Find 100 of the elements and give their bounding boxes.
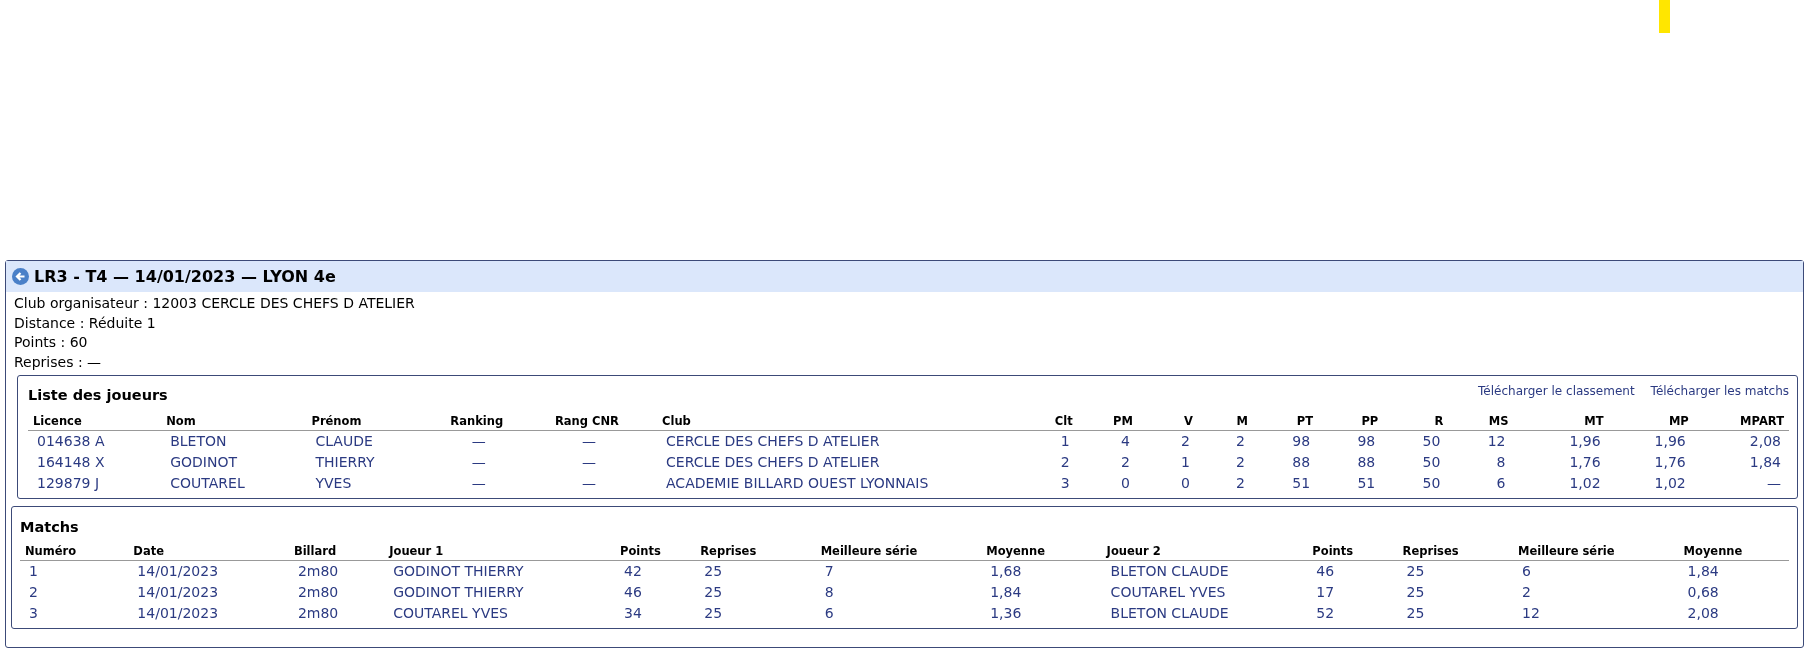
table-cell-text: 12 bbox=[1521, 604, 1541, 623]
table-cell-text: 50 bbox=[1421, 453, 1442, 472]
table-cell-text: CERCLE DES CHEFS D ATELIER bbox=[665, 453, 881, 472]
table-cell-text: 3 bbox=[1059, 474, 1071, 493]
table-cell-text: GODINOT THIERRY bbox=[392, 583, 525, 602]
column-header: MS bbox=[1448, 412, 1514, 431]
download-link[interactable]: Télécharger les matchs bbox=[1650, 382, 1789, 400]
table-cell-text: 51 bbox=[1291, 474, 1312, 493]
column-header: MT bbox=[1513, 412, 1609, 431]
table-cell: — bbox=[516, 430, 658, 452]
column-header: Points bbox=[615, 542, 696, 561]
table-cell: GODINOT THIERRY bbox=[384, 560, 615, 582]
table-cell-text: 25 bbox=[703, 604, 724, 623]
page-title: LR3 - T4 — 14/01/2023 — LYON 4e bbox=[34, 265, 336, 288]
table-cell: 12 bbox=[1448, 430, 1514, 452]
table-cell: 46 bbox=[1307, 560, 1398, 582]
column-header: MP bbox=[1608, 412, 1694, 431]
table-cell-text: 6 bbox=[823, 604, 835, 623]
table-cell-text: 8 bbox=[823, 583, 835, 602]
column-header: M bbox=[1197, 412, 1253, 431]
column-header: Meilleure série bbox=[1513, 542, 1679, 561]
table-cell: 14/01/2023 bbox=[128, 560, 289, 582]
table-cell-text: 2 bbox=[1059, 453, 1071, 472]
table-cell-text: 88 bbox=[1291, 453, 1312, 472]
table-cell-text: — bbox=[580, 474, 597, 493]
table-cell: 42 bbox=[615, 560, 696, 582]
table-cell-text: ACADEMIE BILLARD OUEST LYONNAIS bbox=[665, 474, 930, 493]
table-cell-text: 51 bbox=[1356, 474, 1377, 493]
column-header: Billard bbox=[288, 542, 385, 561]
table-cell: 1,96 bbox=[1608, 430, 1694, 452]
table-cell-text: 129879 J bbox=[36, 474, 101, 493]
table-cell-text: 2m80 bbox=[296, 604, 340, 623]
table-cell-text: 1,36 bbox=[989, 604, 1023, 623]
table-cell: 25 bbox=[695, 560, 816, 582]
column-header: PM bbox=[1077, 412, 1138, 431]
column-header: Date bbox=[128, 542, 289, 561]
table-cell: 7 bbox=[815, 560, 982, 582]
table-cell: BLETON CLAUDE bbox=[1101, 560, 1308, 582]
table-cell: CLAUDE bbox=[306, 430, 437, 452]
table-cell: 2,08 bbox=[1693, 430, 1789, 452]
table-cell-text: THIERRY bbox=[314, 453, 376, 472]
info-line: Reprises : — bbox=[14, 352, 103, 372]
column-header: Points bbox=[1307, 542, 1398, 561]
table-cell-text: COUTAREL bbox=[169, 474, 246, 493]
table-cell-text: 2 bbox=[1521, 583, 1532, 602]
column-header: Moyenne bbox=[1678, 542, 1789, 561]
section-title: Liste des joueurs bbox=[28, 386, 168, 405]
table-cell-text: 1,76 bbox=[1568, 453, 1602, 472]
table-cell-text: 2m80 bbox=[296, 583, 340, 602]
table-cell: CERCLE DES CHEFS D ATELIER bbox=[657, 430, 993, 452]
column-header: Club bbox=[657, 412, 993, 431]
table-cell-text: 2 bbox=[28, 583, 39, 602]
table-cell: 25 bbox=[1397, 560, 1513, 582]
table-cell-text: — bbox=[1766, 474, 1782, 493]
table-cell-text: 1,76 bbox=[1653, 453, 1687, 472]
table-cell: 1,68 bbox=[981, 560, 1102, 582]
column-header: Clt bbox=[992, 412, 1078, 431]
column-header: Licence bbox=[28, 412, 162, 431]
column-header: R bbox=[1383, 412, 1449, 431]
column-header: PP bbox=[1318, 412, 1384, 431]
table-cell-text: 25 bbox=[703, 583, 724, 602]
table-cell-text: 1,84 bbox=[1748, 453, 1782, 472]
table-cell: 6 bbox=[1513, 560, 1679, 582]
column-header: Ranking bbox=[436, 412, 517, 431]
table-cell-text: 0 bbox=[1119, 474, 1131, 493]
table-cell: BLETON bbox=[161, 430, 307, 452]
table-cell-text: 88 bbox=[1356, 453, 1377, 472]
info-line: Points : 60 bbox=[14, 333, 89, 352]
column-header: Prénom bbox=[306, 412, 437, 431]
table-cell-text: 46 bbox=[623, 583, 643, 602]
table-cell-text: 17 bbox=[1315, 583, 1336, 602]
table-cell: 1,84 bbox=[1678, 560, 1789, 582]
table-cell-text: 2,08 bbox=[1686, 604, 1720, 623]
table-cell: 2m80 bbox=[288, 560, 385, 582]
table-cell-text: 34 bbox=[623, 604, 643, 623]
column-header: Joueur 1 bbox=[384, 542, 615, 561]
table-cell-text: 14/01/2023 bbox=[136, 583, 220, 602]
back-arrow-icon[interactable] bbox=[12, 268, 29, 285]
table-cell-text: COUTAREL YVES bbox=[1109, 583, 1227, 602]
table-cell-text: BLETON CLAUDE bbox=[1109, 604, 1230, 623]
column-header: Moyenne bbox=[981, 542, 1102, 561]
table-cell-text: COUTAREL YVES bbox=[392, 604, 509, 623]
column-header: PT bbox=[1253, 412, 1319, 431]
table-cell: 98 bbox=[1253, 430, 1319, 452]
table-cell-text: 1 bbox=[1180, 453, 1191, 472]
column-header: Joueur 2 bbox=[1101, 542, 1308, 561]
table-cell-text: — bbox=[470, 453, 487, 472]
table-cell-text: 25 bbox=[1405, 583, 1426, 602]
table-cell: 4 bbox=[1077, 430, 1138, 452]
table-cell-text: 1,84 bbox=[989, 583, 1023, 602]
column-header: Meilleure série bbox=[815, 542, 982, 561]
table-cell-text: 6 bbox=[1495, 474, 1507, 493]
table-cell-text: 50 bbox=[1421, 474, 1442, 493]
table-cell-text: 14/01/2023 bbox=[136, 604, 220, 623]
table-cell-text: GODINOT bbox=[169, 453, 239, 472]
download-link[interactable]: Télécharger le classement bbox=[1478, 382, 1635, 400]
table-cell-text: 1,02 bbox=[1653, 474, 1687, 493]
table-cell: 98 bbox=[1318, 430, 1384, 452]
table-cell-text: 0,68 bbox=[1686, 583, 1720, 602]
table-cell-text: 164148 X bbox=[36, 453, 106, 472]
